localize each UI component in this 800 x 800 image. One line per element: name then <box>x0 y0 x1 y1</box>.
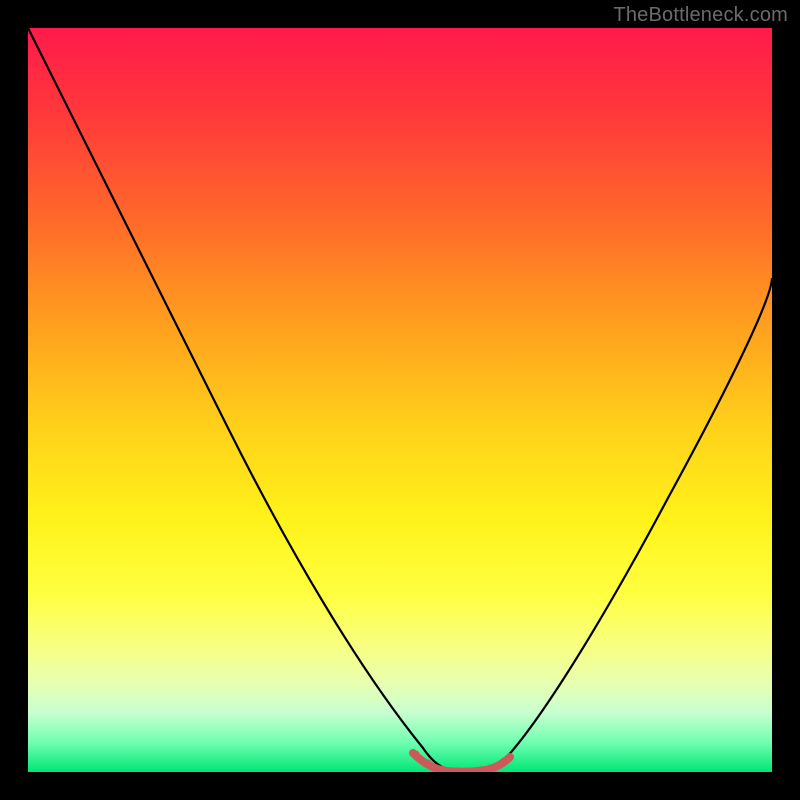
chart-frame: TheBottleneck.com <box>0 0 800 800</box>
watermark-text: TheBottleneck.com <box>613 4 788 27</box>
chart-svg <box>28 28 772 772</box>
chart-plot-area <box>28 28 772 772</box>
floor-highlight <box>413 753 510 772</box>
floor-highlight-dots <box>413 751 508 773</box>
bottleneck-curve <box>28 28 772 771</box>
